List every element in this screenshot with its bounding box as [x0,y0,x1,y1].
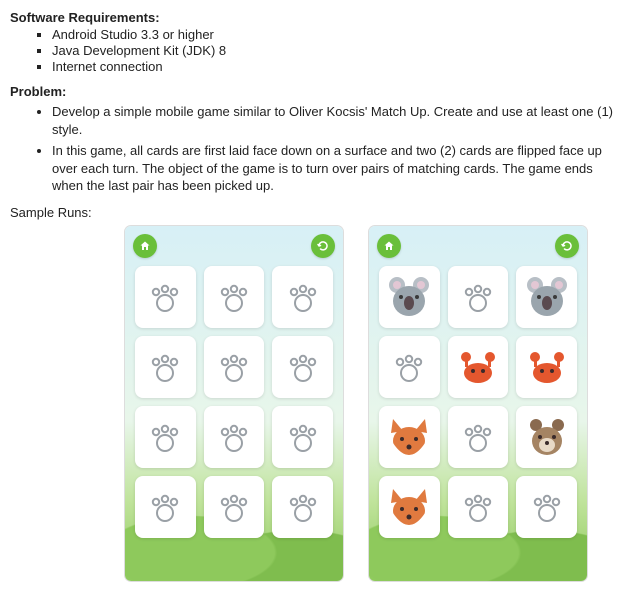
game-card[interactable] [204,266,265,328]
phone-screenshot-2 [369,226,587,581]
app-topbar [377,234,579,258]
crab-icon [456,345,500,389]
game-card[interactable] [379,476,440,538]
home-icon [139,240,151,252]
list-item: Develop a simple mobile game similar to … [52,103,618,138]
software-requirements-list: Android Studio 3.3 or higher Java Develo… [10,27,618,74]
game-card[interactable] [272,336,333,398]
fox-icon [387,415,431,459]
refresh-icon [317,240,329,252]
refresh-button[interactable] [311,234,335,258]
list-item: In this game, all cards are first laid f… [52,142,618,195]
refresh-button[interactable] [555,234,579,258]
game-card[interactable] [516,476,577,538]
paw-icon [148,280,182,314]
game-card[interactable] [516,406,577,468]
refresh-icon [561,240,573,252]
paw-icon [148,490,182,524]
paw-icon [286,350,320,384]
paw-icon [217,420,251,454]
card-grid [379,266,577,538]
paw-icon [461,490,495,524]
sample-runs-row [10,226,618,581]
game-card[interactable] [448,266,509,328]
game-card[interactable] [204,406,265,468]
paw-icon [286,490,320,524]
home-button[interactable] [377,234,401,258]
heading-sample-runs: Sample Runs: [10,205,618,220]
game-card[interactable] [448,406,509,468]
list-item: Java Development Kit (JDK) 8 [52,43,618,58]
paw-icon [217,280,251,314]
card-grid [135,266,333,538]
paw-icon [217,490,251,524]
list-item: Android Studio 3.3 or higher [52,27,618,42]
bear-icon [525,415,569,459]
game-card[interactable] [204,476,265,538]
game-card[interactable] [272,476,333,538]
paw-icon [217,350,251,384]
paw-icon [286,280,320,314]
game-card[interactable] [135,406,196,468]
game-card[interactable] [272,266,333,328]
fox-icon [387,485,431,529]
home-icon [383,240,395,252]
heading-software-requirements: Software Requirements: [10,10,618,25]
problem-list: Develop a simple mobile game similar to … [10,103,618,195]
list-item: Internet connection [52,59,618,74]
koala-icon [525,275,569,319]
app-topbar [133,234,335,258]
phone-screenshot-1 [125,226,343,581]
game-card[interactable] [135,266,196,328]
paw-icon [148,350,182,384]
game-card[interactable] [448,336,509,398]
game-card[interactable] [135,476,196,538]
paw-icon [392,350,426,384]
heading-problem: Problem: [10,84,618,99]
game-card[interactable] [272,406,333,468]
paw-icon [530,490,564,524]
game-card[interactable] [448,476,509,538]
game-card[interactable] [135,336,196,398]
game-card[interactable] [516,266,577,328]
paw-icon [148,420,182,454]
home-button[interactable] [133,234,157,258]
game-card[interactable] [204,336,265,398]
paw-icon [461,280,495,314]
game-card[interactable] [379,266,440,328]
game-card[interactable] [516,336,577,398]
game-card[interactable] [379,406,440,468]
game-card[interactable] [379,336,440,398]
paw-icon [461,420,495,454]
koala-icon [387,275,431,319]
paw-icon [286,420,320,454]
crab-icon [525,345,569,389]
